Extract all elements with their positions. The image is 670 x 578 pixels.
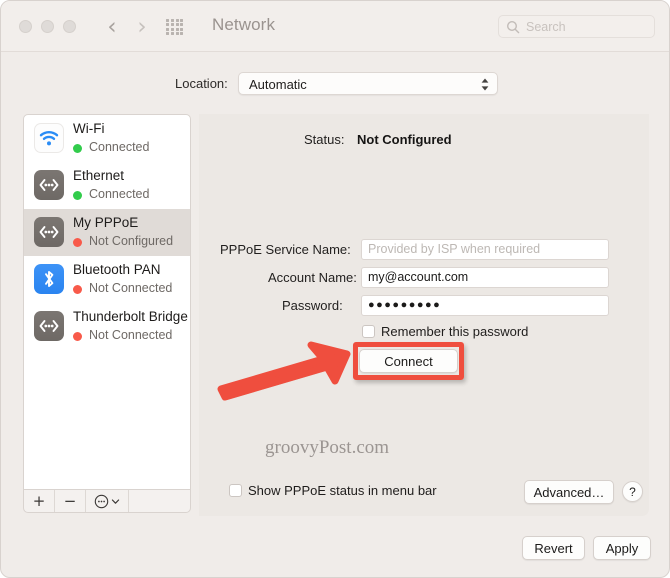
minimize-window-button[interactable] [41,20,54,33]
annotation-arrow-icon [217,341,351,401]
title-bar: ‹ › Network Search [1,1,669,52]
sidebar-item-status: Not Connected [89,281,173,295]
sidebar-item-status: Connected [89,140,150,154]
grid-icon[interactable] [166,19,184,35]
sidebar-item-status: Not Connected [89,328,173,342]
wifi-icon [34,123,64,153]
status-dot [73,238,82,247]
account-name-input[interactable]: my@account.com [361,267,609,288]
remember-password-checkbox[interactable] [362,325,375,338]
remember-password-label: Remember this password [381,324,529,339]
sidebar-item-status: Not Configured [89,234,174,248]
search-placeholder: Search [526,20,566,34]
forward-chevron-icon[interactable]: › [131,15,153,39]
ellipsis-circle-icon [94,494,109,508]
account-name-value: my@account.com [368,270,469,284]
add-service-button[interactable]: + [24,490,55,512]
pppoe-service-name-input[interactable]: Provided by ISP when required [361,239,609,260]
remove-service-button[interactable]: − [55,490,86,512]
apply-button-label: Apply [605,541,639,556]
advanced-button[interactable]: Advanced… [524,480,614,504]
sidebar-item-label: Bluetooth PAN [73,262,161,277]
annotation-highlight-box [353,342,464,380]
status-dot [73,285,82,294]
apply-button[interactable]: Apply [593,536,651,560]
sidebar-item-thunderbolt-bridge[interactable]: Thunderbolt Bridge Not Connected [24,303,190,350]
password-label: Password: [282,298,343,313]
help-button[interactable]: ? [622,481,643,502]
location-value: Automatic [249,77,307,92]
ethernet-icon [34,217,64,247]
status-label: Status: [304,132,345,147]
password-value: ●●●●●●●●● [368,299,442,311]
service-detail-panel: Status: Not Configured PPPoE Service Nam… [199,114,649,516]
network-preferences-window: ‹ › Network Search Location: Automatic W… [0,0,670,578]
sidebar-item-label: Ethernet [73,168,125,183]
pppoe-service-name-placeholder: Provided by ISP when required [368,242,541,256]
back-chevron-icon[interactable]: ‹ [101,15,123,39]
status-dot [73,332,82,341]
search-input[interactable]: Search [498,15,655,38]
sidebar-item-status: Connected [89,187,150,201]
revert-button-label: Revert [534,541,573,556]
sidebar-item-label: Thunderbolt Bridge [73,309,188,324]
show-pppoe-status-checkbox[interactable] [229,484,242,497]
sidebar-item-label: My PPPoE [73,215,139,230]
sidebar-item-wi-fi[interactable]: Wi-Fi Connected [24,115,190,162]
close-window-button[interactable] [19,20,32,33]
ethernet-icon [34,170,64,200]
zoom-window-button[interactable] [63,20,76,33]
status-dot [73,144,82,153]
watermark: groovyPost.com [265,437,390,458]
status-dot [73,191,82,200]
help-button-label: ? [629,485,636,499]
page-title: Network [212,15,276,34]
sidebar-item-label: Wi-Fi [73,121,105,136]
network-services-list[interactable]: Wi-Fi Connected Ethernet Connected My PP… [23,114,191,490]
chevron-updown-icon [481,78,489,91]
bluetooth-icon [34,264,64,294]
status-value: Not Configured [357,132,452,147]
service-actions-button[interactable] [86,490,129,512]
account-name-label: Account Name: [268,270,357,285]
revert-button[interactable]: Revert [522,536,585,560]
search-icon [506,20,520,34]
location-label: Location: [175,76,228,91]
pppoe-service-name-label: PPPoE Service Name: [220,242,351,257]
sidebar-item-bluetooth-pan[interactable]: Bluetooth PAN Not Connected [24,256,190,303]
chevron-down-icon [111,498,120,504]
sidebar-item-ethernet[interactable]: Ethernet Connected [24,162,190,209]
ethernet-icon [34,311,64,341]
password-input[interactable]: ●●●●●●●●● [361,295,609,316]
services-toolbar: + − [23,490,191,513]
sidebar-item-my-pppoe[interactable]: My PPPoE Not Configured [24,209,190,256]
show-pppoe-status-label: Show PPPoE status in menu bar [248,483,437,498]
advanced-button-label: Advanced… [533,485,605,500]
location-dropdown[interactable]: Automatic [238,72,498,95]
